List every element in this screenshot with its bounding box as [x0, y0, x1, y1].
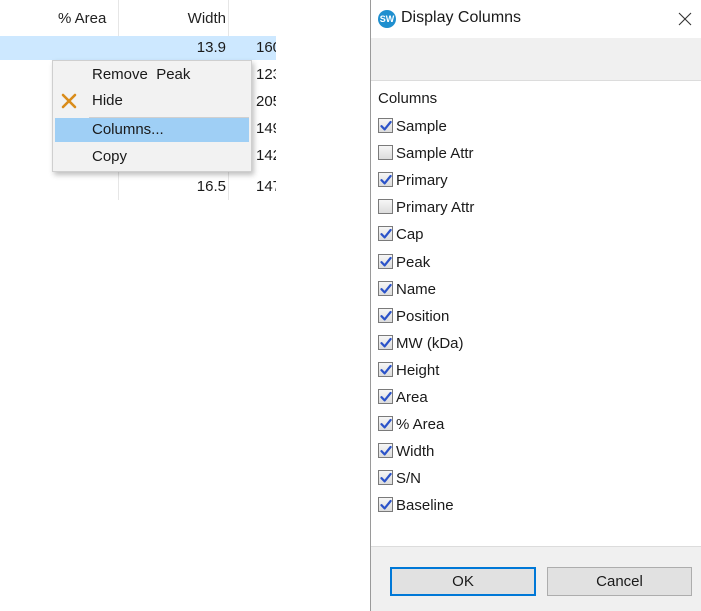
- checkbox-checked[interactable]: [378, 470, 393, 486]
- columns-panel: Columns Sample Sample Attr Primary Primary …: [371, 80, 701, 547]
- checkbox-checked[interactable]: [378, 118, 393, 133]
- menu-item-label: Copy: [92, 148, 128, 165]
- cell-next: 123: [256, 66, 276, 83]
- checkmark-icon: [380, 500, 392, 510]
- cell-next: 160: [256, 39, 276, 56]
- close-x-icon: [61, 93, 77, 109]
- checkbox-label: Baseline: [396, 497, 454, 515]
- checkmark-icon: [380, 256, 392, 266]
- checkmark-icon: [380, 337, 392, 348]
- checkbox-label: Primary Attr: [396, 199, 475, 217]
- checkbox-unchecked[interactable]: [378, 199, 393, 215]
- checkbox-checked[interactable]: [378, 172, 393, 188]
- cell-next: 147: [256, 178, 276, 195]
- menu-item-copy[interactable]: Copy: [53, 145, 251, 169]
- checkbox-label: % Area: [396, 416, 445, 434]
- checkbox-checked[interactable]: [378, 389, 393, 404]
- checkmark-icon: [380, 120, 392, 131]
- menu-item-label: Remove Peak: [92, 66, 191, 83]
- checkbox-label: Cap: [396, 226, 424, 244]
- menu-item-label: Columns...: [92, 121, 164, 138]
- checkbox-checked[interactable]: [378, 416, 393, 432]
- close-icon[interactable]: [677, 11, 693, 27]
- column-header-width[interactable]: Width: [120, 8, 226, 30]
- checkbox-label: Name: [396, 280, 437, 298]
- checkmark-icon: [380, 229, 392, 239]
- checkmark-icon: [380, 446, 392, 456]
- columns-group-label: Columns: [378, 90, 438, 107]
- dialog-title: Display Columns: [401, 9, 522, 26]
- checkbox-checked[interactable]: [378, 307, 393, 323]
- checkmark-icon: [380, 418, 392, 429]
- title-bar[interactable]: SW Display Columns: [371, 0, 701, 38]
- checkbox-label: Sample Attr: [396, 145, 474, 163]
- checkbox-label: Width: [396, 443, 435, 461]
- display-columns-dialog: SW Display Columns Columns Sample Sample …: [370, 0, 701, 611]
- menu-item-hide[interactable]: Hide: [53, 89, 251, 113]
- checkbox-checked[interactable]: [378, 253, 393, 269]
- checkbox-checked[interactable]: [378, 226, 393, 242]
- table-row[interactable]: 16.5 147: [0, 175, 276, 199]
- context-menu: Remove Peak Hide Columns... Copy: [52, 60, 252, 172]
- cell-width: 16.5: [196, 178, 226, 195]
- checkbox-label: MW (kDa): [396, 334, 464, 352]
- dialog-header-area: [371, 38, 701, 80]
- checkbox-label: Peak: [396, 253, 431, 271]
- cell-next: 142: [256, 147, 276, 164]
- cell-next: 149: [256, 120, 276, 137]
- checkbox-label: Position: [396, 307, 450, 325]
- checkmark-icon: [380, 283, 392, 294]
- checkbox-label: S/N: [396, 470, 422, 488]
- table-row[interactable]: 13.9 160: [0, 36, 276, 60]
- cell-width: 13.9: [196, 39, 226, 56]
- checkbox-unchecked[interactable]: [378, 145, 393, 161]
- checkmark-icon: [380, 473, 392, 483]
- checkmark-icon: [380, 310, 392, 321]
- menu-item-label: Hide: [92, 92, 123, 109]
- checkbox-label: Sample: [396, 118, 447, 135]
- ok-button[interactable]: OK: [390, 567, 536, 596]
- menu-item-columns[interactable]: Columns...: [55, 118, 249, 142]
- checkmark-icon: [380, 175, 392, 185]
- checkbox-label: Height: [396, 361, 440, 379]
- checkbox-checked[interactable]: [378, 334, 393, 350]
- checkmark-icon: [380, 364, 392, 375]
- column-header-area[interactable]: % Area: [58, 8, 118, 30]
- menu-item-remove-peak[interactable]: Remove Peak: [53, 63, 251, 87]
- checkbox-checked[interactable]: [378, 443, 393, 459]
- checkmark-icon: [380, 391, 392, 402]
- checkbox-checked[interactable]: [378, 497, 393, 513]
- cancel-button[interactable]: Cancel: [547, 567, 692, 596]
- checkbox-label: Primary: [396, 172, 448, 190]
- cell-next: 205: [256, 93, 276, 110]
- app-logo-icon: SW: [378, 10, 396, 28]
- checkbox-label: Area: [396, 389, 428, 406]
- checkbox-checked[interactable]: [378, 280, 393, 296]
- checkbox-checked[interactable]: [378, 361, 393, 377]
